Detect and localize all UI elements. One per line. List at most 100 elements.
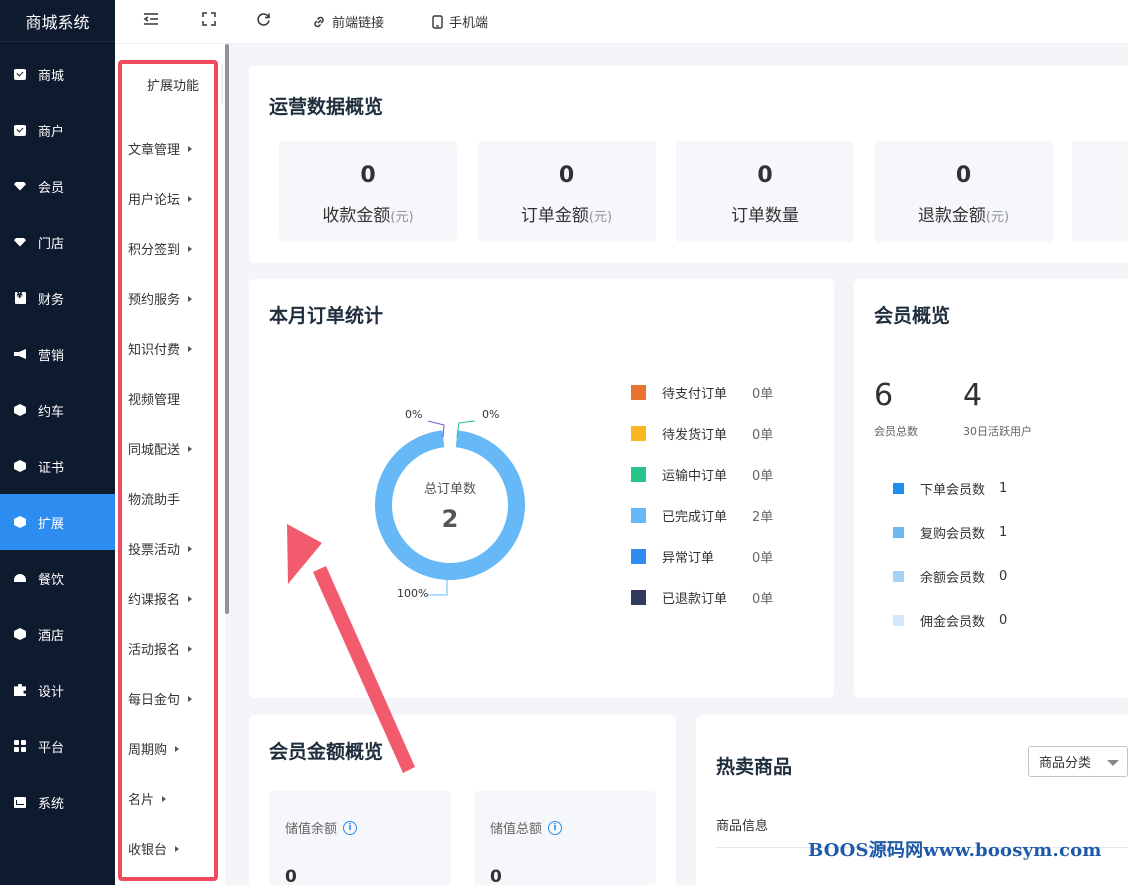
sidebar-item[interactable]: 会员 (0, 158, 115, 214)
sidebar-item[interactable]: 系统 (0, 774, 115, 830)
wallet-icon (14, 291, 26, 304)
sidebar-item[interactable]: 设计 (0, 662, 115, 718)
stat-label: 退款金额(元) (875, 201, 1053, 226)
app-title: 商城系统 (0, 0, 115, 42)
diamond-icon (14, 236, 26, 248)
megaphone-icon (14, 348, 26, 360)
mobile-icon (432, 14, 443, 29)
box-check-icon (14, 68, 26, 80)
legend-swatch (631, 384, 646, 400)
cube-icon (14, 460, 26, 472)
submenu-scrollbar[interactable] (225, 44, 229, 614)
highlight-annotation-box (118, 60, 218, 881)
stat-value: 0 (360, 163, 376, 188)
category-select[interactable]: 商品分类 (1028, 746, 1128, 777)
mobile-label: 手机端 (449, 16, 489, 31)
legend-label: 已退款订单 (662, 591, 728, 607)
stat-card: 0 订单金额(元) (477, 141, 656, 242)
info-icon[interactable]: i (343, 820, 358, 835)
sidebar-item[interactable]: 证书 (0, 438, 115, 494)
watermark: BOOS源码网www.boosym.com (808, 840, 1102, 861)
member-stat-row: 余额会员数 0 (893, 567, 1007, 586)
member-swatch (893, 483, 904, 494)
stat-label-text: 收款金额 (322, 206, 391, 226)
sidebar-item[interactable]: 门店 (0, 214, 115, 270)
fullscreen-icon[interactable] (202, 12, 216, 26)
member-stat-value: 1 (999, 481, 1008, 496)
sidebar-item[interactable]: 商城 (0, 46, 115, 102)
sidebar-item[interactable]: 财务 (0, 270, 115, 326)
refresh-icon[interactable] (256, 12, 271, 27)
legend-label: 待发货订单 (662, 427, 728, 443)
sidebar-item-label: 商城 (38, 68, 65, 84)
member-stat-row: 复购会员数 1 (893, 523, 1007, 542)
member-stat-value: 0 (999, 613, 1008, 628)
sidebar-item-label: 系统 (38, 796, 65, 812)
member-swatch (893, 527, 904, 538)
sidebar-item-label: 门店 (38, 236, 65, 252)
sidebar-item-label: 设计 (38, 684, 65, 700)
stat-card: 0 订单数量 (676, 141, 854, 242)
legend-swatch (631, 548, 646, 564)
collapse-menu-icon[interactable] (143, 12, 159, 26)
donut-center-label: 总订单数 (423, 482, 476, 497)
amount-box: 储值余额 i 0 (269, 791, 451, 885)
frontend-link-label: 前端链接 (332, 16, 385, 31)
member-total-label: 会员总数 (874, 425, 918, 438)
legend-item: 异常订单 0单 (631, 548, 773, 566)
legend-count: 0单 (752, 427, 774, 443)
legend-label: 已完成订单 (662, 509, 728, 525)
sidebar-item-label: 平台 (38, 740, 65, 756)
stat-unit: (元) (588, 210, 613, 225)
diamond-icon (14, 180, 26, 192)
sidebar-item[interactable]: 酒店 (0, 606, 115, 662)
legend-item: 待支付订单 0单 (631, 384, 773, 402)
stat-label-text: 订单金额 (520, 206, 589, 226)
member-stat-label: 复购会员数 (920, 527, 986, 542)
member-swatch (893, 571, 904, 582)
member-active-label: 30日活跃用户 (963, 425, 1032, 438)
link-icon (314, 16, 324, 27)
amount-label: 储值总额 i (490, 818, 563, 837)
legend-item: 待发货订单 0单 (631, 425, 773, 443)
top-toolbar: 前端链接 手机端 (115, 0, 1128, 44)
frontend-link-button[interactable]: 前端链接 (312, 12, 384, 31)
member-active: 4 (963, 378, 983, 413)
legend-item: 运输中订单 0单 (631, 466, 773, 484)
legend-count: 0单 (752, 591, 774, 607)
sidebar-item[interactable]: 扩展 (0, 494, 115, 550)
sidebar-item[interactable]: 营销 (0, 326, 115, 382)
product-info-header: 商品信息 (716, 819, 769, 834)
sidebar-item-label: 扩展 (38, 516, 65, 532)
member-stat-value: 0 (999, 569, 1008, 584)
legend-label: 运输中订单 (662, 468, 728, 484)
legend-count: 0单 (752, 550, 774, 566)
sidebar-item-label: 约车 (38, 404, 65, 420)
sidebar-item[interactable]: 商户 (0, 102, 115, 158)
member-stat-label: 佣金会员数 (920, 615, 986, 630)
mobile-button[interactable]: 手机端 (432, 12, 488, 31)
amount-label-text: 储值总额 (490, 822, 543, 837)
puzzle-icon (14, 684, 26, 696)
legend-swatch (631, 466, 646, 482)
cube-icon (14, 628, 26, 640)
legend-count: 0单 (752, 386, 774, 402)
sidebar-item[interactable]: 约车 (0, 382, 115, 438)
amount-label-text: 储值余额 (285, 822, 338, 837)
info-icon[interactable]: i (548, 820, 563, 835)
stat-unit: (元) (390, 210, 414, 225)
sidebar-item-label: 会员 (38, 180, 65, 196)
member-total: 6 (874, 378, 894, 413)
stat-card: 0 退款金额(元) (874, 141, 1053, 242)
legend-item: 已完成订单 2单 (631, 507, 773, 525)
donut-center-value: 2 (441, 505, 459, 533)
box-check-icon (14, 124, 26, 136)
sidebar-item-label: 证书 (38, 460, 65, 476)
sidebar-item[interactable]: 平台 (0, 718, 115, 774)
leader-line (428, 579, 448, 596)
stat-label-text: 退款金额 (917, 206, 986, 226)
legend-item: 已退款订单 0单 (631, 589, 773, 607)
member-stat-label: 余额会员数 (920, 571, 986, 586)
sidebar-item[interactable]: 餐饮 (0, 550, 115, 606)
orders-title: 本月订单统计 (269, 305, 384, 327)
